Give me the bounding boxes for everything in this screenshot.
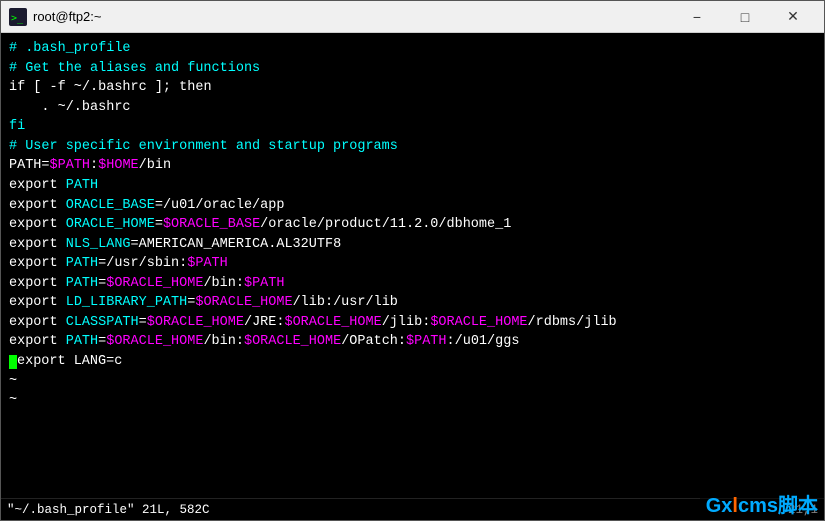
line-export-lang: export LANG=c (9, 352, 816, 372)
statusbar-left: "~/.bash_profile" 21L, 582C (7, 503, 788, 517)
watermark: Gxlcms脚本 (700, 487, 824, 520)
watermark-text: Gxlcms脚本 (706, 495, 818, 517)
terminal-content[interactable]: # .bash_profile # Get the aliases and fu… (1, 33, 824, 498)
svg-text:>_: >_ (11, 13, 24, 24)
cursor (9, 355, 17, 369)
statusbar: "~/.bash_profile" 21L, 582C 21,1 Gxlcms脚… (1, 498, 824, 520)
watermark-x: x (721, 495, 732, 517)
line-10: PATH=$PATH:$HOME/bin (9, 156, 816, 176)
watermark-cms: cms脚本 (738, 495, 818, 517)
titlebar: >_ root@ftp2:~ − □ ✕ (1, 1, 824, 33)
line-5: . ~/.bashrc (9, 98, 816, 118)
close-button[interactable]: ✕ (770, 2, 816, 32)
line-6: fi (9, 117, 816, 137)
restore-button[interactable]: □ (722, 2, 768, 32)
line-export-path: export PATH (9, 176, 816, 196)
line-export-classpath: export CLASSPATH=$ORACLE_HOME/JRE:$ORACL… (9, 313, 816, 333)
line-export-oracle-home: export ORACLE_HOME=$ORACLE_BASE/oracle/p… (9, 215, 816, 235)
line-export-path2: export PATH=/usr/sbin:$PATH (9, 254, 816, 274)
watermark-g: G (706, 495, 722, 517)
terminal-window: >_ root@ftp2:~ − □ ✕ # .bash_profile # G… (0, 0, 825, 521)
minimize-button[interactable]: − (674, 2, 720, 32)
line-4: if [ -f ~/.bashrc ]; then (9, 78, 816, 98)
app-icon: >_ (9, 8, 27, 26)
window-controls: − □ ✕ (674, 2, 816, 32)
window-title: root@ftp2:~ (33, 9, 674, 24)
line-3: # Get the aliases and functions (9, 59, 816, 79)
line-export-path3: export PATH=$ORACLE_HOME/bin:$PATH (9, 274, 816, 294)
line-1: # .bash_profile (9, 39, 816, 59)
line-export-oracle-base: export ORACLE_BASE=/u01/oracle/app (9, 196, 816, 216)
line-export-ldlib: export LD_LIBRARY_PATH=$ORACLE_HOME/lib:… (9, 293, 816, 313)
line-tilde-2: ~ (9, 391, 816, 411)
line-tilde-1: ~ (9, 372, 816, 392)
line-export-path4: export PATH=$ORACLE_HOME/bin:$ORACLE_HOM… (9, 332, 816, 352)
line-8: # User specific environment and startup … (9, 137, 816, 157)
line-export-nls: export NLS_LANG=AMERICAN_AMERICA.AL32UTF… (9, 235, 816, 255)
